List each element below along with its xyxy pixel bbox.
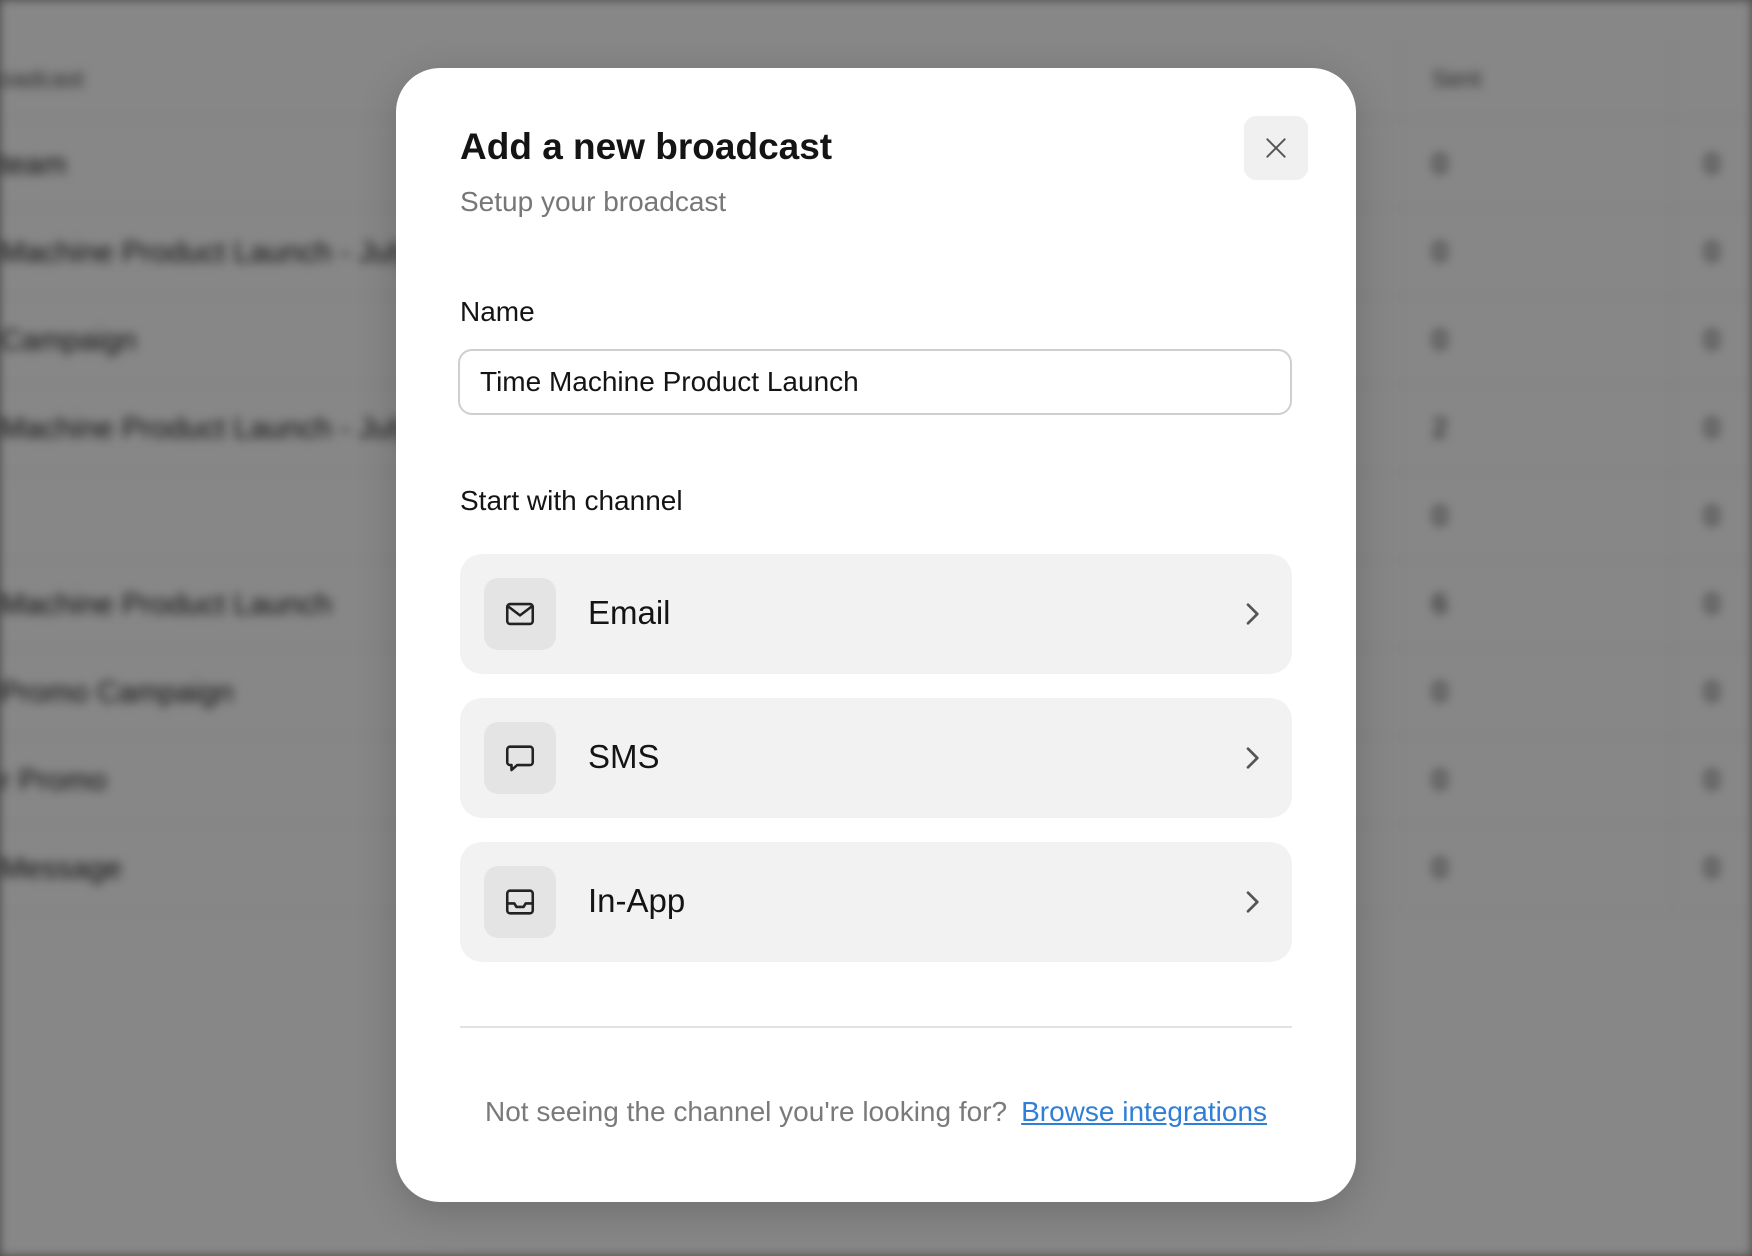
chevron-right-icon xyxy=(1246,891,1259,913)
channel-option-sms[interactable]: SMS xyxy=(460,698,1292,818)
footer-divider xyxy=(460,1026,1292,1028)
chevron-right-icon xyxy=(1246,603,1259,625)
mail-icon xyxy=(505,602,535,626)
name-input[interactable] xyxy=(458,349,1292,415)
dialog-footer: Not seeing the channel you're looking fo… xyxy=(396,1096,1356,1128)
dialog-title: Add a new broadcast xyxy=(460,126,833,167)
channel-label-sms: SMS xyxy=(588,738,660,775)
channel-option-email[interactable]: Email xyxy=(460,554,1292,674)
add-broadcast-dialog: Add a new broadcast Setup your broadcast… xyxy=(396,68,1356,1202)
channel-option-in-app[interactable]: In-App xyxy=(460,842,1292,962)
channel-icon-container xyxy=(484,578,556,650)
channel-label: Start with channel xyxy=(460,485,683,516)
message-icon xyxy=(505,745,535,772)
channel-icon-container xyxy=(484,866,556,938)
channel-label-in-app: In-App xyxy=(588,882,686,919)
chevron-right-icon xyxy=(1246,747,1259,769)
name-label: Name xyxy=(460,296,535,327)
inbox-icon xyxy=(505,889,535,915)
channel-label-email: Email xyxy=(588,594,671,631)
dialog-subtitle: Setup your broadcast xyxy=(460,186,727,217)
close-icon xyxy=(1266,138,1286,158)
footer-text: Not seeing the channel you're looking fo… xyxy=(484,1096,1008,1127)
close-button[interactable] xyxy=(1244,116,1308,180)
channel-icon-container xyxy=(484,722,556,794)
browse-integrations-link[interactable]: Browse integrations xyxy=(1021,1096,1267,1127)
